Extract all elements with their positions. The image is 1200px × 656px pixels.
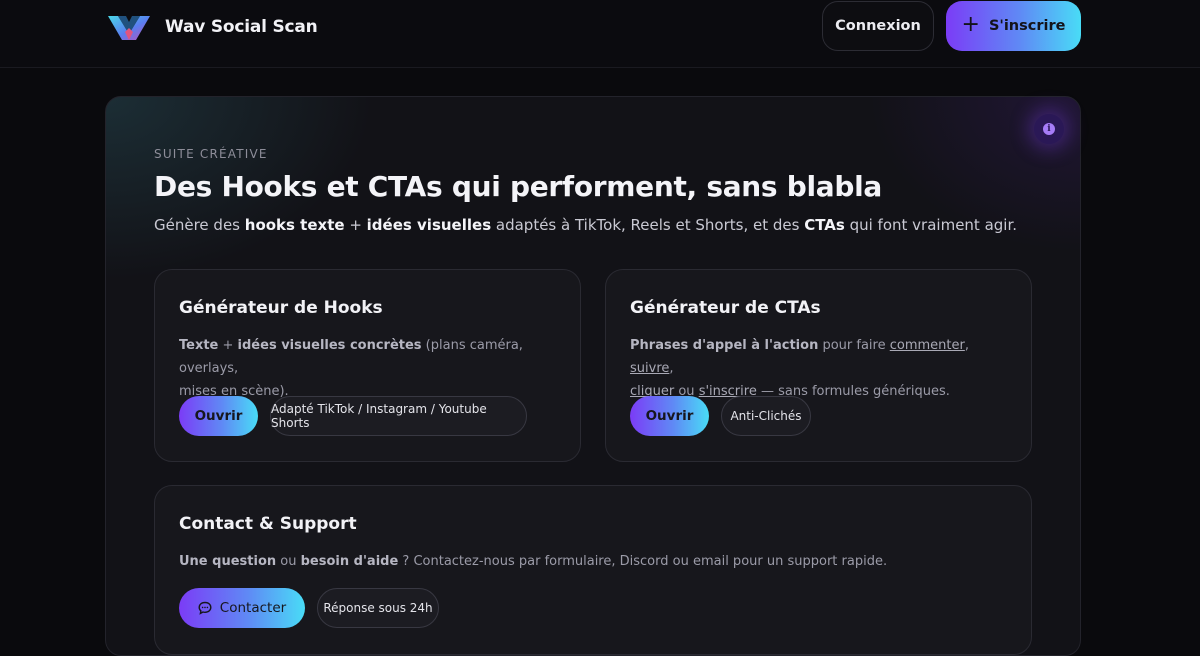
card-title: Générateur de CTAs: [630, 298, 821, 318]
ctas-generator-card: Générateur de CTAs Phrases d'appel à l'a…: [605, 269, 1032, 462]
link-commenter[interactable]: commenter: [890, 338, 965, 353]
login-button[interactable]: Connexion: [822, 1, 934, 51]
top-navigation-bar: Wav Social Scan Connexion + S'inscrire: [0, 0, 1200, 68]
open-hooks-button[interactable]: Ouvrir: [179, 396, 258, 436]
link-suivre[interactable]: suivre: [630, 361, 669, 376]
card-description: Une question ou besoin d'aide ? Contacte…: [179, 554, 888, 569]
page-lead: Génère des hooks texte + idées visuelles…: [154, 216, 1018, 234]
plus-icon: +: [961, 12, 980, 37]
card-description: Texte + idées visuelles concrètes (plans…: [179, 338, 523, 399]
open-ctas-button[interactable]: Ouvrir: [630, 396, 709, 436]
card-title: Générateur de Hooks: [179, 298, 383, 318]
page-title: Des Hooks et CTAs qui performent, sans b…: [154, 170, 883, 203]
card-description: Phrases d'appel à l'action pour faire co…: [630, 338, 969, 399]
anti-cliches-tag: Anti-Clichés: [721, 396, 811, 436]
creative-suite-panel: i SUITE CRÉATIVE Des Hooks et CTAs qui p…: [105, 96, 1081, 656]
section-eyebrow: SUITE CRÉATIVE: [154, 147, 268, 161]
wav-logo-icon: [108, 16, 150, 40]
response-time-tag: Réponse sous 24h: [317, 588, 439, 628]
signup-button[interactable]: + S'inscrire: [946, 1, 1081, 51]
contact-button[interactable]: Contacter: [179, 588, 305, 628]
chat-bubble-icon: [198, 601, 212, 615]
brand-name: Wav Social Scan: [165, 17, 318, 37]
contact-label: Contacter: [219, 600, 287, 616]
hooks-platform-tag: Adapté TikTok / Instagram / Youtube Shor…: [270, 396, 527, 436]
brand[interactable]: Wav Social Scan: [106, 10, 318, 44]
info-icon[interactable]: i: [1034, 114, 1064, 144]
card-title: Contact & Support: [179, 514, 357, 534]
signup-label: S'inscrire: [988, 18, 1066, 34]
hooks-generator-card: Générateur de Hooks Texte + idées visuel…: [154, 269, 581, 462]
